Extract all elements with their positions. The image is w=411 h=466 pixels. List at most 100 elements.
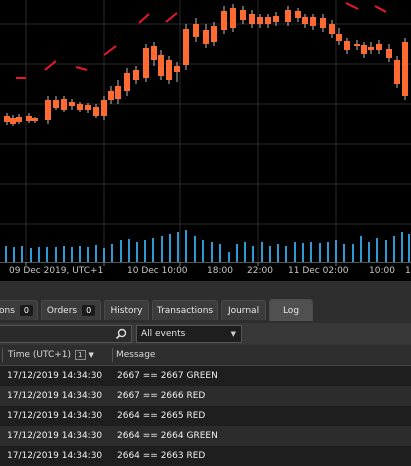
candle-body <box>361 45 367 54</box>
log-time: 17/12/2019 14:34:30 <box>7 371 103 381</box>
time-axis-label: 18:00 <box>207 266 233 276</box>
column-divider <box>2 348 3 362</box>
candle-body <box>61 99 67 110</box>
table-row[interactable]: 17/12/2019 14:34:30 2664 == 2664 GREEN <box>0 426 411 446</box>
volume-bar <box>103 248 105 262</box>
tab-label: Orders <box>46 305 78 316</box>
time-axis-label: 22:00 <box>247 266 273 276</box>
sort-desc-icon: ▼ <box>88 351 94 359</box>
candle-body <box>77 104 83 110</box>
search-icon[interactable] <box>115 328 127 340</box>
volume-bar <box>310 242 312 262</box>
volume-bar <box>319 243 321 262</box>
log-message: 2664 == 2664 GREEN <box>117 431 218 441</box>
candle-body <box>158 55 164 76</box>
candle-body <box>257 17 263 24</box>
time-axis-label: 10:00 <box>369 266 395 276</box>
volume-bar <box>376 238 378 262</box>
log-toolbar: All events ▼ <box>0 323 411 345</box>
candle-body <box>4 116 10 122</box>
time-axis-label: 10 Dec 10:00 <box>127 266 188 276</box>
volume-bar <box>261 242 263 262</box>
candle-body <box>53 100 59 108</box>
volume-bar <box>327 242 329 262</box>
volume-bar <box>177 232 179 262</box>
volume-bar <box>211 242 213 262</box>
candle-body <box>368 47 374 50</box>
event-filter-dropdown[interactable]: All events ▼ <box>136 325 242 343</box>
volume-bar <box>244 242 246 262</box>
panel-tabs: ons 0 Orders 0 History Transactions Journa… <box>0 299 411 322</box>
candle-body <box>193 24 199 37</box>
candle-body <box>344 41 350 50</box>
table-row[interactable]: 17/12/2019 14:34:30 2664 == 2665 RED <box>0 406 411 426</box>
log-time: 17/12/2019 14:34:30 <box>7 411 103 421</box>
tab-positions[interactable]: ons 0 <box>0 300 38 320</box>
candle-body <box>320 18 326 28</box>
chevron-down-icon: ▼ <box>230 330 236 338</box>
log-time: 17/12/2019 14:34:30 <box>7 431 103 441</box>
volume-bar <box>360 236 362 262</box>
tab-journal[interactable]: Journal <box>221 300 266 320</box>
volume-bar <box>152 238 154 262</box>
time-column-label: Time (UTC+1) <box>8 350 72 360</box>
candle-body <box>85 105 91 110</box>
volume-bar <box>194 236 196 262</box>
signal-line-segment <box>374 5 387 13</box>
candle-body <box>108 91 114 100</box>
candle-body <box>166 60 172 80</box>
log-message: 2664 == 2663 RED <box>117 451 206 461</box>
volume-bar <box>55 247 57 262</box>
volume-bar <box>63 246 65 262</box>
price-chart[interactable]: 09 Dec 2019, UTC+1 10 Dec 10:00 18:00 22… <box>0 0 411 281</box>
volume-bar <box>161 236 163 262</box>
candlestick-chart-canvas[interactable] <box>0 0 411 281</box>
candle-body <box>16 117 22 122</box>
volume-bar <box>136 242 138 262</box>
log-time: 17/12/2019 14:34:30 <box>7 451 103 461</box>
volume-bar <box>38 247 40 262</box>
volume-bar <box>269 246 271 262</box>
signal-line-segment <box>165 12 178 23</box>
message-column-header[interactable]: Message <box>116 345 155 365</box>
volume-bar <box>343 244 345 262</box>
table-row[interactable]: 17/12/2019 14:34:30 2667 == 2666 RED <box>0 386 411 406</box>
volume-bar <box>252 246 254 262</box>
candle-body <box>295 11 301 18</box>
table-row[interactable]: 17/12/2019 14:34:30 2664 == 2663 RED <box>0 446 411 466</box>
volume-bar <box>294 242 296 262</box>
candle-body <box>211 26 217 42</box>
volume-bar <box>385 240 387 262</box>
volume-bar <box>352 244 354 262</box>
search-input[interactable] <box>0 325 132 343</box>
volume-bar <box>71 247 73 262</box>
signal-line-segment <box>103 45 117 56</box>
tab-transactions[interactable]: Transactions <box>152 300 218 320</box>
volume-bar <box>21 246 23 262</box>
tab-orders[interactable]: Orders 0 <box>41 300 101 320</box>
candle-body <box>203 30 209 44</box>
time-axis-label: 11 Dec 02:00 <box>288 266 349 276</box>
volume-bar <box>30 248 32 262</box>
time-column-header[interactable]: Time (UTC+1) 1 ▼ <box>8 345 94 365</box>
candle-body <box>174 66 180 72</box>
volume-bar <box>169 234 171 262</box>
candle-body <box>386 49 392 58</box>
candle-body <box>124 73 130 91</box>
column-divider[interactable] <box>112 348 113 362</box>
event-filter-value: All events <box>141 329 186 339</box>
tab-log[interactable]: Log <box>269 299 313 321</box>
volume-bar <box>46 247 48 262</box>
volume-bar <box>335 240 337 262</box>
candle-body <box>376 44 382 50</box>
tab-history[interactable]: History <box>104 300 149 320</box>
tab-label: ons <box>0 305 15 316</box>
table-row[interactable]: 17/12/2019 14:34:30 2667 == 2667 GREEN <box>0 366 411 386</box>
candle-body <box>402 42 408 96</box>
candle-body <box>133 70 139 80</box>
bottom-panel: ons 0 Orders 0 History Transactions Journa… <box>0 281 411 466</box>
time-axis-label: 09 Dec 2019, UTC+1 <box>9 266 104 276</box>
signal-line-segment <box>44 60 57 71</box>
candle-body <box>310 17 316 26</box>
candle-body <box>93 107 99 116</box>
